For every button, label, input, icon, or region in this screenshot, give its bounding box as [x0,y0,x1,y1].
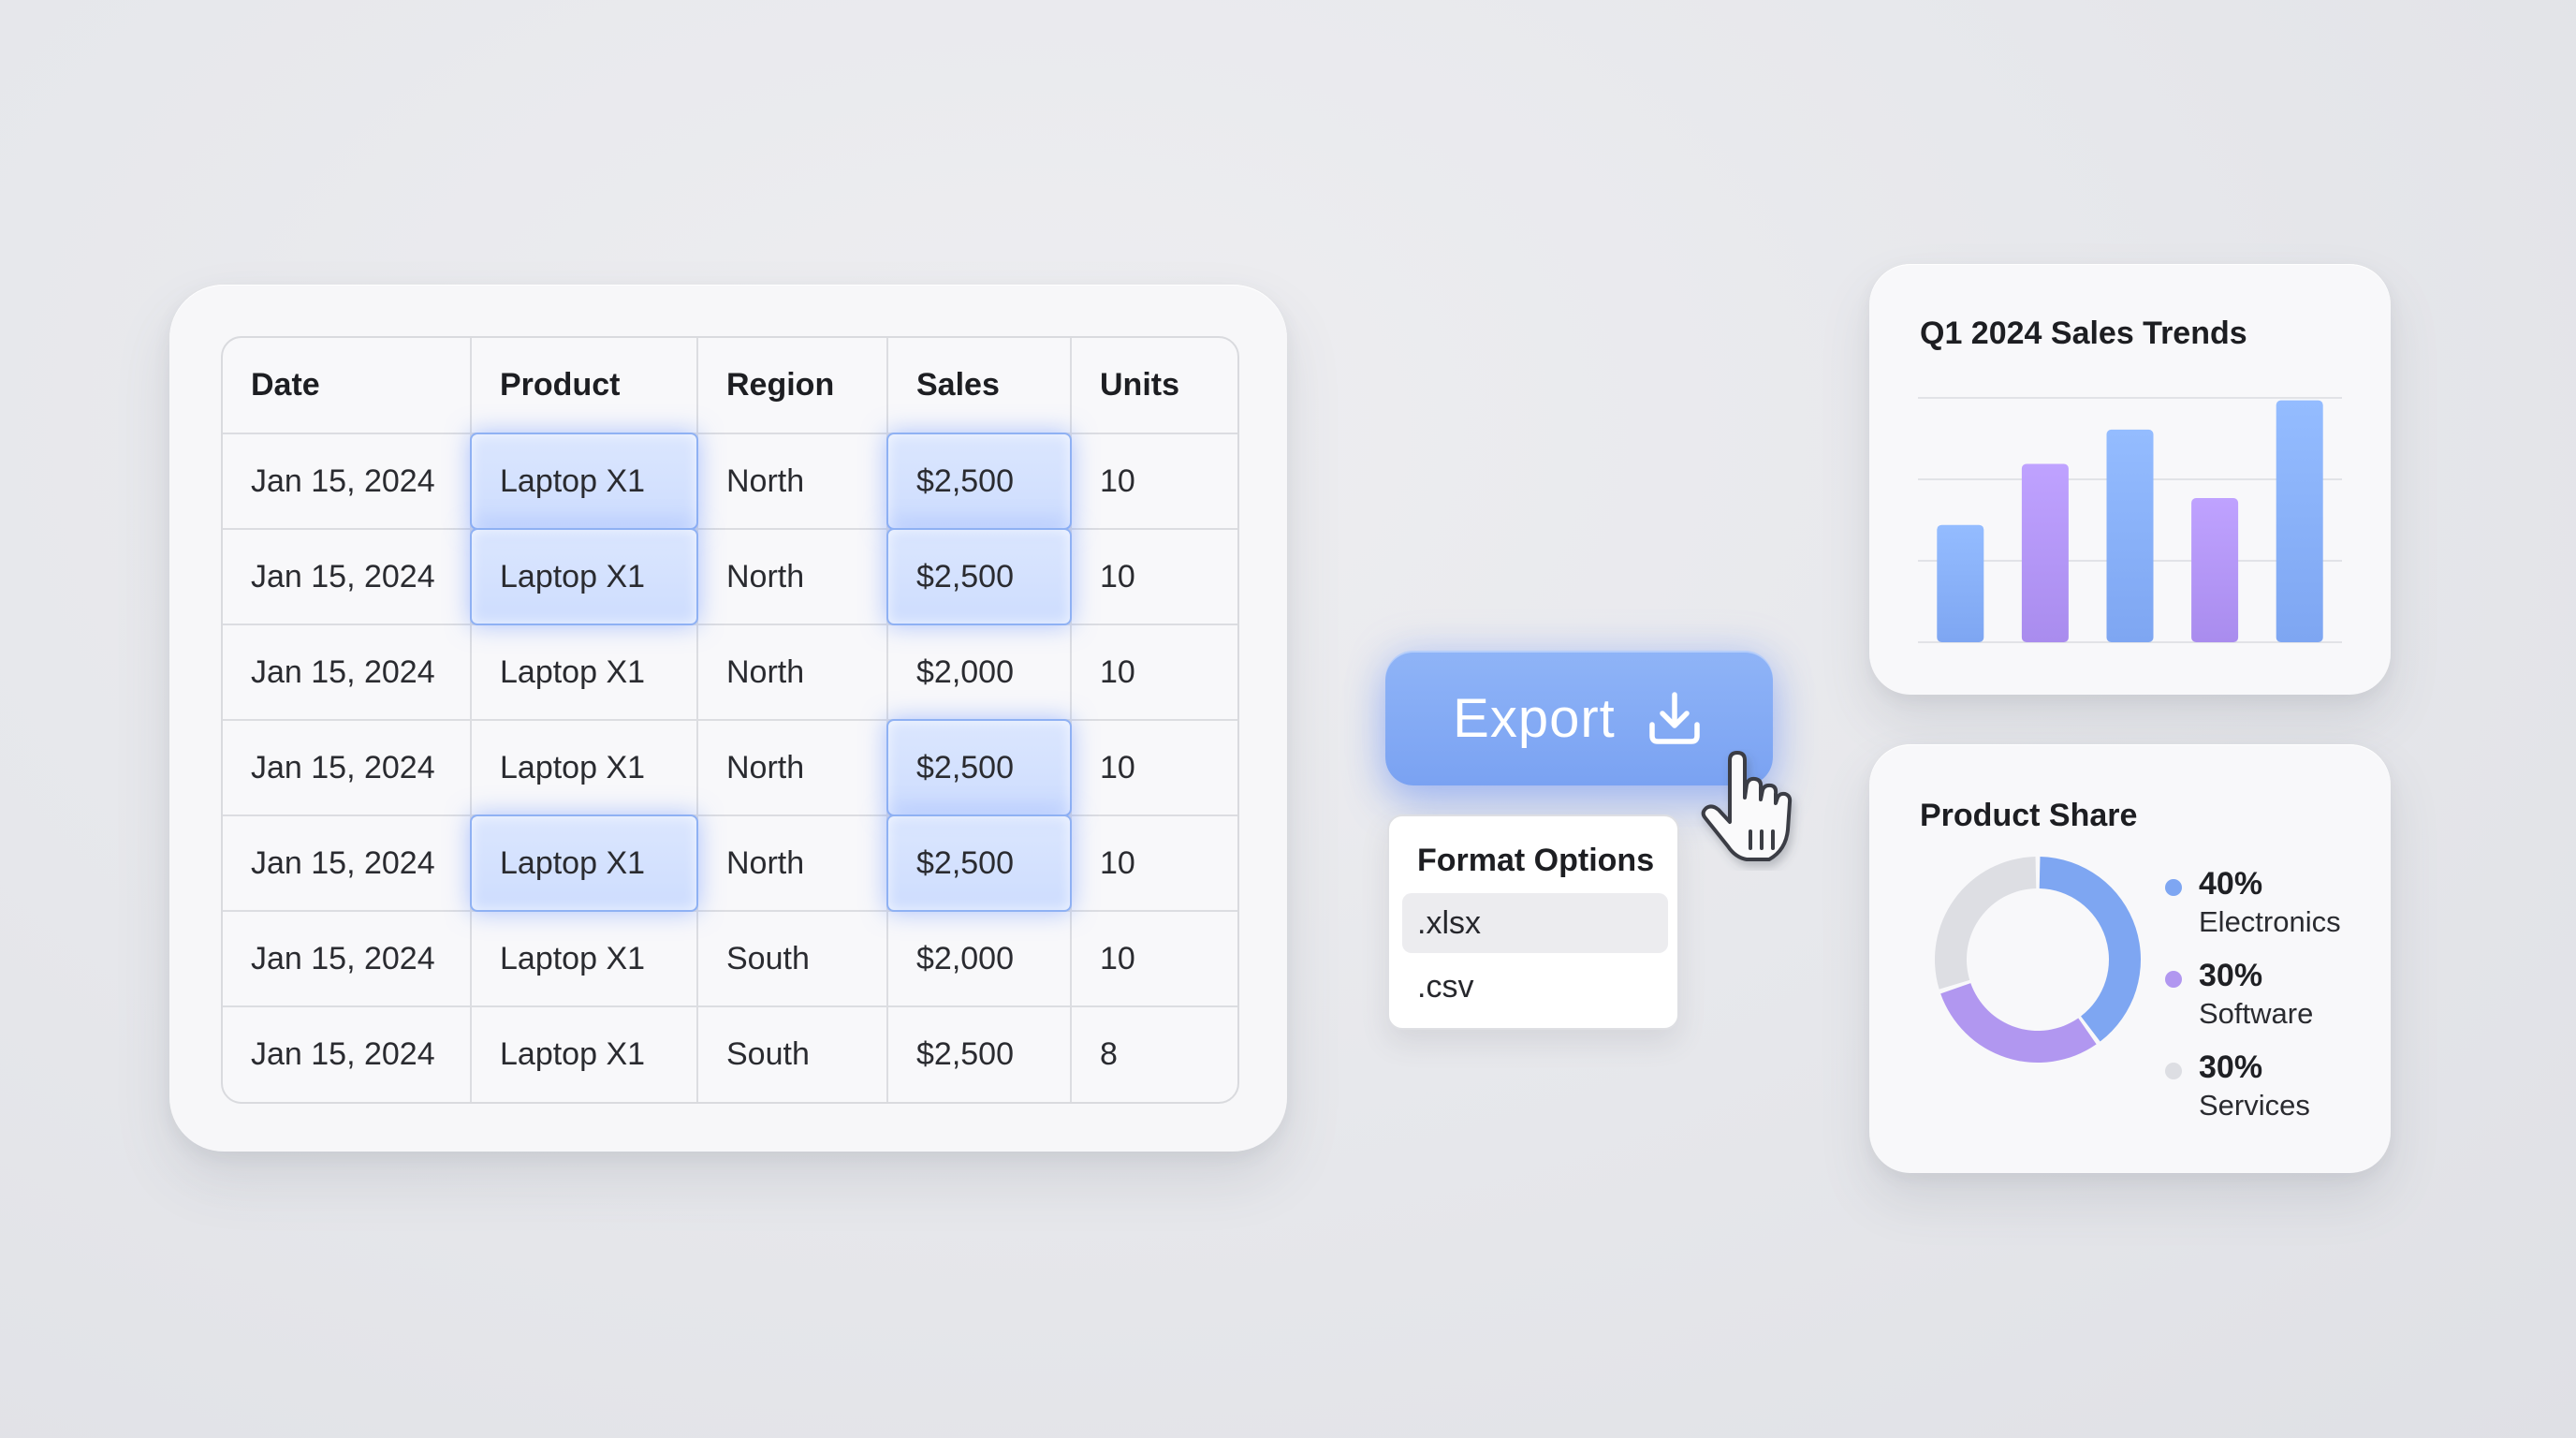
table-cell-region[interactable]: North [697,529,888,625]
table-cell-sales-selected[interactable]: $2,500 [886,527,1072,625]
data-table-container: Date Product Region Sales Units Jan 15, … [221,336,1239,1104]
legend-dot-software [2165,971,2182,988]
table-cell-units[interactable]: 10 [1071,624,1237,721]
table-cell-product[interactable]: Laptop X1 [471,624,698,721]
donut-slice-services[interactable] [1935,857,2037,990]
table-cell-date[interactable]: Jan 15, 2024 [223,815,472,912]
table-cell-sales[interactable]: $2,000 [887,624,1072,721]
table-row: Jan 15, 2024 Laptop X1 North $2,500 10 [223,527,1237,625]
product-share-donut-chart [1935,857,2141,1063]
table-cell-product-selected[interactable]: Laptop X1 [469,432,698,530]
table-row: Jan 15, 2024 Laptop X1 North $2,500 10 [223,718,1237,816]
product-share-card: Product Share 40% Electronics 30% Softwa… [1869,744,2391,1173]
column-header-units[interactable]: Units [1071,338,1237,434]
table-cell-region[interactable]: South [697,1006,888,1102]
table-cell-units[interactable]: 10 [1071,815,1237,912]
data-table-card: Date Product Region Sales Units Jan 15, … [169,285,1287,1152]
table-cell-date[interactable]: Jan 15, 2024 [223,720,472,816]
product-share-title: Product Share [1920,798,2138,833]
sales-trends-card: Q1 2024 Sales Trends [1869,264,2391,695]
table-cell-units[interactable]: 8 [1071,1006,1237,1102]
bar-2[interactable] [2021,463,2069,642]
table-header-row: Date Product Region Sales Units [223,338,1237,434]
legend-dot-electronics [2165,879,2182,896]
format-option-xlsx[interactable]: .xlsx [1402,893,1668,953]
table-cell-sales-selected[interactable]: $2,500 [886,814,1072,912]
table-row: Jan 15, 2024 Laptop X1 South $2,000 10 [223,911,1237,1007]
donut-slice-electronics[interactable] [2039,857,2141,1042]
legend-percent: 30% [2199,958,2263,993]
format-options-menu: Format Options .xlsx .csv [1387,814,1679,1030]
table-cell-units[interactable]: 10 [1071,911,1237,1007]
legend-label: Electronics [2199,905,2341,938]
legend-dot-services [2165,1063,2182,1079]
table-cell-region[interactable]: North [697,720,888,816]
sales-trends-bar-chart [1918,397,2342,643]
table-cell-date[interactable]: Jan 15, 2024 [223,529,472,625]
table-row: Jan 15, 2024 Laptop X1 North $2,500 10 [223,432,1237,530]
format-options-title: Format Options [1417,843,1655,878]
table-cell-date[interactable]: Jan 15, 2024 [223,911,472,1007]
bar-4[interactable] [2191,498,2239,642]
table-cell-date[interactable]: Jan 15, 2024 [223,1006,472,1102]
column-header-product[interactable]: Product [471,338,698,434]
legend-label: Services [2199,1089,2310,1122]
table-cell-sales-selected[interactable]: $2,500 [886,718,1072,816]
table-cell-region[interactable]: North [697,624,888,721]
hand-pointer-icon [1701,751,1793,861]
table-cell-date[interactable]: Jan 15, 2024 [223,624,472,721]
download-icon [1649,692,1700,744]
export-button-label: Export [1453,687,1616,749]
table-cell-product[interactable]: Laptop X1 [471,1006,698,1102]
table-cell-sales[interactable]: $2,000 [887,911,1072,1007]
bar-5[interactable] [2276,400,2323,642]
legend-percent: 30% [2199,1049,2263,1085]
table-cell-date[interactable]: Jan 15, 2024 [223,433,472,530]
data-table: Date Product Region Sales Units Jan 15, … [223,338,1237,1102]
table-row: Jan 15, 2024 Laptop X1 North $2,000 10 [223,624,1237,721]
legend-percent: 40% [2199,866,2263,902]
column-header-region[interactable]: Region [697,338,888,434]
format-option-csv[interactable]: .csv [1402,957,1668,1017]
table-cell-units[interactable]: 10 [1071,720,1237,816]
table-cell-product-selected[interactable]: Laptop X1 [469,814,698,912]
table-cell-region[interactable]: North [697,433,888,530]
bar-3[interactable] [2106,429,2154,642]
table-cell-region[interactable]: North [697,815,888,912]
table-cell-product[interactable]: Laptop X1 [471,911,698,1007]
table-cell-sales[interactable]: $2,500 [887,1006,1072,1102]
column-header-date[interactable]: Date [223,338,472,434]
table-row: Jan 15, 2024 Laptop X1 North $2,500 10 [223,814,1237,912]
table-cell-units[interactable]: 10 [1071,433,1237,530]
bar-1[interactable] [1937,524,1984,642]
table-cell-region[interactable]: South [697,911,888,1007]
column-header-sales[interactable]: Sales [887,338,1072,434]
legend-label: Software [2199,997,2314,1030]
table-row: Jan 15, 2024 Laptop X1 South $2,500 8 [223,1006,1237,1102]
table-cell-product-selected[interactable]: Laptop X1 [469,527,698,625]
table-cell-units[interactable]: 10 [1071,529,1237,625]
donut-slice-software[interactable] [1940,983,2097,1063]
table-cell-product[interactable]: Laptop X1 [471,720,698,816]
table-cell-sales-selected[interactable]: $2,500 [886,432,1072,530]
